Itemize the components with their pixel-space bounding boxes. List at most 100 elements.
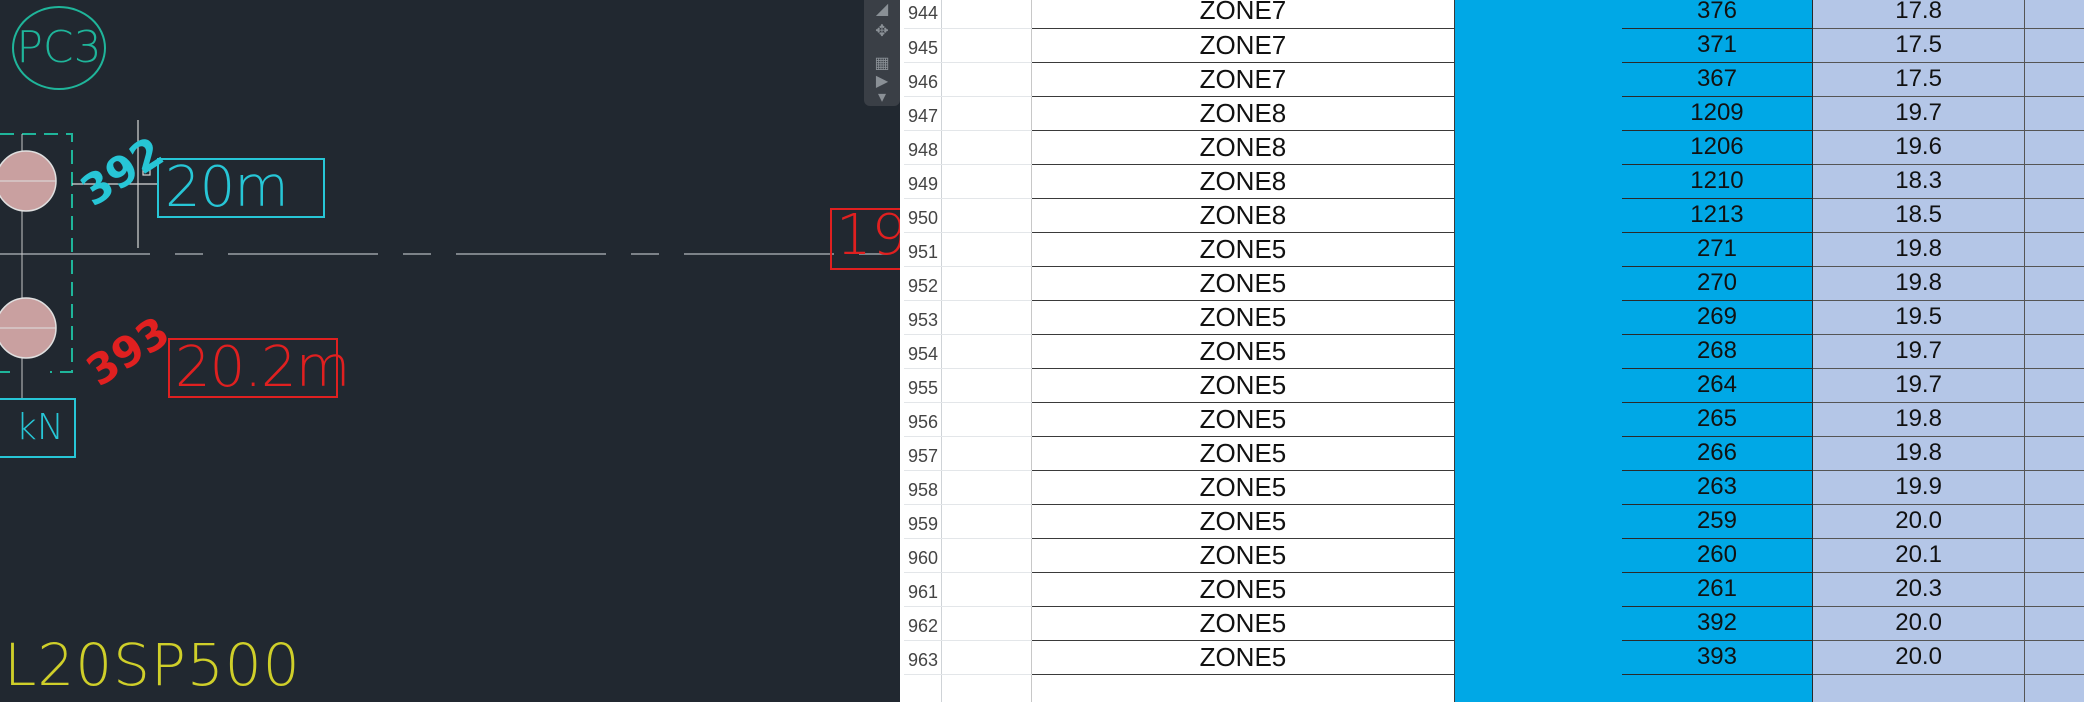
- empty-cell[interactable]: [941, 572, 1033, 607]
- length-value-cell[interactable]: 19.7: [1812, 334, 2025, 369]
- next-column-cell[interactable]: [2024, 402, 2084, 437]
- blue-empty-cell[interactable]: [1454, 300, 1622, 334]
- blue-empty-cell[interactable]: [1454, 640, 1622, 674]
- row-header[interactable]: 949: [904, 164, 943, 199]
- next-column-cell[interactable]: [2024, 130, 2084, 165]
- pile-id-cell[interactable]: 269: [1621, 300, 1814, 335]
- pile-id-cell[interactable]: 263: [1621, 470, 1814, 505]
- pile-id-cell[interactable]: 371: [1621, 28, 1814, 63]
- steering-wheel-icon[interactable]: ◢: [872, 2, 892, 18]
- empty-cell[interactable]: [941, 62, 1033, 97]
- empty-cell[interactable]: [941, 436, 1033, 471]
- empty-cell[interactable]: [941, 402, 1033, 437]
- empty-cell[interactable]: [941, 130, 1033, 165]
- length-value-cell[interactable]: 19.6: [1812, 130, 2025, 165]
- blue-empty-cell[interactable]: [1454, 504, 1622, 538]
- pile-id-cell[interactable]: 264: [1621, 368, 1814, 403]
- pile-id-cell[interactable]: 1210: [1621, 164, 1814, 199]
- pc3-tag[interactable]: PC3: [12, 6, 106, 90]
- empty-cell[interactable]: [941, 28, 1033, 63]
- next-column-cell[interactable]: [2024, 368, 2084, 403]
- blue-empty-cell[interactable]: [1454, 96, 1622, 130]
- zone-cell[interactable]: ZONE5: [1031, 402, 1455, 437]
- row-header[interactable]: 954: [904, 334, 943, 369]
- zone-cell[interactable]: ZONE5: [1031, 368, 1455, 403]
- next-column-cell[interactable]: [2024, 640, 2084, 675]
- pile-id-cell[interactable]: 271: [1621, 232, 1814, 267]
- blue-empty-cell[interactable]: [1454, 470, 1622, 504]
- next-column-cell[interactable]: [2024, 0, 2084, 29]
- zone-cell[interactable]: ZONE5: [1031, 300, 1455, 335]
- next-column-cell[interactable]: [2024, 198, 2084, 233]
- length-value-cell[interactable]: 20.3: [1812, 572, 2025, 607]
- empty-cell[interactable]: [941, 266, 1033, 301]
- row-header[interactable]: 953: [904, 300, 943, 335]
- empty-cell[interactable]: [941, 640, 1033, 675]
- zone-cell[interactable]: ZONE8: [1031, 130, 1455, 165]
- row-header[interactable]: 945: [904, 28, 943, 63]
- red-partial-label[interactable]: 19: [836, 208, 900, 264]
- pile-id-cell[interactable]: 1213: [1621, 198, 1814, 233]
- pile-id-cell[interactable]: 393: [1621, 640, 1814, 675]
- length-value-cell[interactable]: 18.5: [1812, 198, 2025, 233]
- pile-id-cell[interactable]: 261: [1621, 572, 1814, 607]
- row-header[interactable]: 961: [904, 572, 943, 607]
- next-column-cell[interactable]: [2024, 232, 2084, 267]
- row-header[interactable]: 962: [904, 606, 943, 641]
- row-header[interactable]: [904, 674, 943, 702]
- row-header[interactable]: 959: [904, 504, 943, 539]
- zone-cell[interactable]: ZONE5: [1031, 266, 1455, 301]
- next-column-cell[interactable]: [2024, 504, 2084, 539]
- zone-cell[interactable]: ZONE5: [1031, 436, 1455, 471]
- zone-cell[interactable]: ZONE7: [1031, 62, 1455, 97]
- blue-empty-cell[interactable]: [1454, 674, 1622, 702]
- zone-cell[interactable]: ZONE8: [1031, 96, 1455, 131]
- empty-cell[interactable]: [941, 232, 1033, 267]
- zone-cell[interactable]: ZONE5: [1031, 232, 1455, 267]
- pile-id-cell[interactable]: 1209: [1621, 96, 1814, 131]
- empty-cell[interactable]: [941, 470, 1033, 505]
- blue-empty-cell[interactable]: [1454, 368, 1622, 402]
- length-value-cell[interactable]: 19.8: [1812, 232, 2025, 267]
- row-header[interactable]: 948: [904, 130, 943, 165]
- empty-cell[interactable]: [941, 606, 1033, 641]
- blue-empty-cell[interactable]: [1454, 0, 1622, 28]
- next-column-cell[interactable]: [2024, 96, 2084, 131]
- blue-empty-cell[interactable]: [1454, 232, 1622, 266]
- next-column-cell[interactable]: [2024, 62, 2084, 97]
- empty-cell[interactable]: [941, 300, 1033, 335]
- pile-id-cell[interactable]: 392: [1621, 606, 1814, 641]
- empty-cell[interactable]: [941, 0, 1033, 29]
- length-value-cell[interactable]: 19.7: [1812, 368, 2025, 403]
- blue-empty-cell[interactable]: [1454, 28, 1622, 62]
- next-column-cell[interactable]: [2024, 436, 2084, 471]
- length-value-cell[interactable]: 20.0: [1812, 640, 2025, 675]
- cad-viewport[interactable]: PC3 20m 392 393 20.2m 19 kN L20SP500 ◢ ✥…: [0, 0, 900, 702]
- empty-cell[interactable]: [941, 674, 1033, 702]
- play-icon[interactable]: ▶: [872, 74, 892, 90]
- row-header[interactable]: 947: [904, 96, 943, 131]
- next-column-cell[interactable]: [2024, 606, 2084, 641]
- next-column-cell[interactable]: [2024, 164, 2084, 199]
- blue-empty-cell[interactable]: [1454, 198, 1622, 232]
- length-value-cell[interactable]: 19.9: [1812, 470, 2025, 505]
- empty-cell[interactable]: [941, 504, 1033, 539]
- pile-id-cell[interactable]: 367: [1621, 62, 1814, 97]
- blue-empty-cell[interactable]: [1454, 606, 1622, 640]
- row-header[interactable]: 952: [904, 266, 943, 301]
- row-header[interactable]: 958: [904, 470, 943, 505]
- row-header[interactable]: 956: [904, 402, 943, 437]
- chevron-down-icon[interactable]: ▾: [872, 90, 892, 106]
- spreadsheet-grid[interactable]: 944 ZONE7 376 17.8 945 ZONE7 371 17.5 94…: [900, 0, 2084, 702]
- pile-id-cell[interactable]: [1621, 674, 1814, 702]
- blue-empty-cell[interactable]: [1454, 436, 1622, 470]
- length-value-cell[interactable]: 20.0: [1812, 504, 2025, 539]
- pile-id-cell[interactable]: 259: [1621, 504, 1814, 539]
- empty-cell[interactable]: [941, 96, 1033, 131]
- empty-cell[interactable]: [941, 164, 1033, 199]
- kn-label[interactable]: kN: [16, 410, 64, 446]
- pile-id-cell[interactable]: 265: [1621, 402, 1814, 437]
- length-value-cell[interactable]: 17.5: [1812, 62, 2025, 97]
- zone-cell[interactable]: [1031, 674, 1455, 702]
- zone-cell[interactable]: ZONE5: [1031, 606, 1455, 641]
